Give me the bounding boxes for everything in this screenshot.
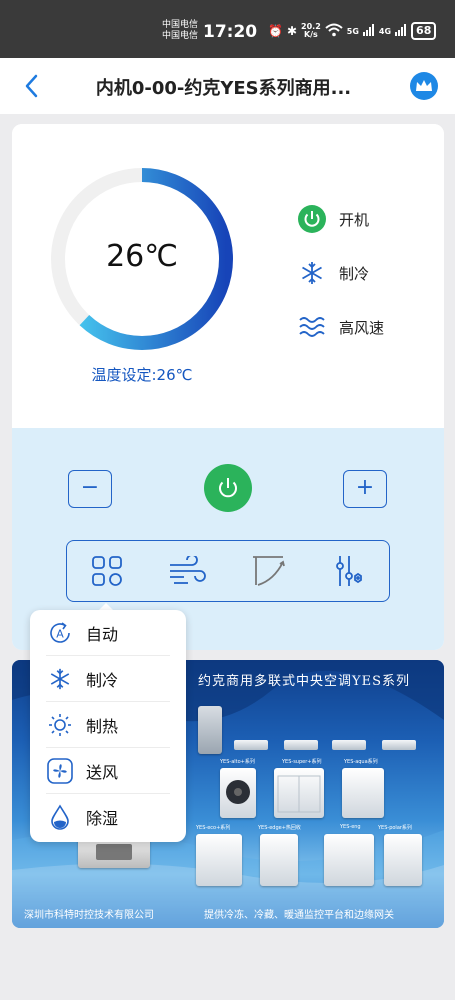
product-label: YES-super+系列	[282, 759, 322, 765]
sun-icon	[46, 711, 74, 739]
crown-icon[interactable]	[410, 72, 438, 100]
mode-grid-icon[interactable]	[84, 548, 130, 594]
status-icons: ⏰ ✱ 20.2 K/s 5G 4G 68	[268, 22, 437, 40]
cassette-unit	[234, 740, 268, 750]
chevron-left-icon	[25, 74, 38, 98]
outdoor-unit	[384, 834, 422, 886]
page-title: 内机0-00-约克YES系列商用...	[95, 78, 352, 99]
settings-sliders-icon[interactable]	[326, 548, 372, 594]
snowflake-icon	[297, 258, 327, 288]
mode-item-fan[interactable]: 送风	[46, 748, 170, 794]
signal-icon-2	[395, 23, 407, 39]
carrier-2: 中国电信	[162, 31, 199, 41]
ceiling-duct-unit	[198, 706, 222, 754]
setpoint-label: 温度设定:26℃	[91, 366, 193, 384]
status-mode-label: 制冷	[339, 264, 370, 283]
decrease-temp-button[interactable]: −	[68, 470, 112, 508]
net-type-1: 5G	[346, 26, 359, 36]
speed-unit: K/s	[303, 30, 318, 39]
mode-item-label: 送风	[86, 762, 119, 782]
outdoor-unit	[196, 834, 242, 886]
increase-temp-button[interactable]: +	[343, 470, 387, 508]
product-label: YES-alto+系列	[220, 759, 255, 765]
carrier-1: 中国电信	[162, 20, 199, 30]
status-power-label: 开机	[339, 210, 370, 229]
mode-item-label: 自动	[86, 624, 119, 644]
mode-item-heat[interactable]: 制热	[46, 702, 170, 748]
mode-item-dry[interactable]: 除湿	[46, 794, 170, 840]
current-temperature: 26℃	[106, 239, 178, 274]
banner-title: 约克商用多联式中央空调YES系列	[198, 674, 410, 689]
power-icon	[219, 478, 237, 498]
power-toggle-button[interactable]	[204, 464, 252, 512]
outdoor-unit	[274, 768, 324, 818]
product-label: YES-edge+热回收	[258, 825, 301, 831]
status-mode: 制冷	[297, 258, 369, 288]
signal-icon-1	[362, 23, 375, 39]
status-power: 开机	[297, 204, 369, 234]
swing-flap-icon[interactable]	[245, 548, 291, 594]
mode-menu: A 自动 制冷 制热 送风 除湿	[30, 610, 186, 842]
droplet-icon	[46, 803, 74, 831]
battery-indicator: 68	[411, 22, 437, 40]
product-label: YES-eng	[340, 824, 361, 830]
net-type-2: 4G	[378, 26, 392, 36]
outdoor-unit	[220, 768, 256, 818]
outdoor-unit	[324, 834, 374, 886]
device-card: 26℃ 温度设定:26℃ 开机 制冷 高风速 − +	[12, 124, 444, 650]
fan-icon	[46, 757, 74, 785]
banner-company: 深圳市科特时控技术有限公司	[24, 910, 154, 921]
wifi-icon	[325, 23, 343, 40]
status-bar: 中国电信 中国电信 17:20 ⏰ ✱ 20.2 K/s 5G 4G 68	[0, 0, 455, 58]
cassette-unit	[332, 740, 366, 750]
wind-waves-icon	[297, 312, 327, 342]
outdoor-unit	[342, 768, 384, 818]
mode-item-cool[interactable]: 制冷	[46, 656, 170, 702]
clock: 17:20	[203, 22, 258, 42]
back-button[interactable]	[22, 73, 42, 103]
status-fan-label: 高风速	[339, 318, 385, 337]
mode-item-label: 制热	[86, 716, 119, 736]
auto-icon: A	[46, 619, 74, 647]
mode-item-label: 制冷	[86, 670, 119, 690]
cassette-unit	[284, 740, 318, 750]
product-label: YES-eco+系列	[196, 825, 231, 831]
product-label: YES-aqua系列	[344, 759, 378, 765]
network-speed: 20.2 K/s	[301, 23, 321, 39]
bluetooth-icon: ✱	[286, 24, 298, 38]
thermostat-panel: 26℃ 温度设定:26℃ 开机 制冷 高风速	[12, 124, 444, 428]
snowflake-icon	[46, 665, 74, 693]
app-header: 内机0-00-约克YES系列商用...	[0, 58, 455, 114]
status-fan: 高风速	[297, 312, 384, 342]
product-label: YES-polar系列	[378, 825, 412, 831]
svg-text:A: A	[56, 627, 64, 640]
function-toolbar	[66, 540, 390, 602]
outdoor-unit	[260, 834, 298, 886]
power-icon	[297, 204, 327, 234]
carrier-labels: 中国电信 中国电信	[162, 20, 198, 42]
banner-slogan: 提供冷冻、冷藏、暖通监控平台和边缘网关	[204, 910, 394, 921]
mode-item-label: 除湿	[86, 809, 119, 828]
cassette-unit	[382, 740, 416, 750]
alarm-icon: ⏰	[268, 24, 283, 38]
fan-speed-icon[interactable]	[165, 548, 211, 594]
mode-item-auto[interactable]: A 自动	[46, 610, 170, 656]
